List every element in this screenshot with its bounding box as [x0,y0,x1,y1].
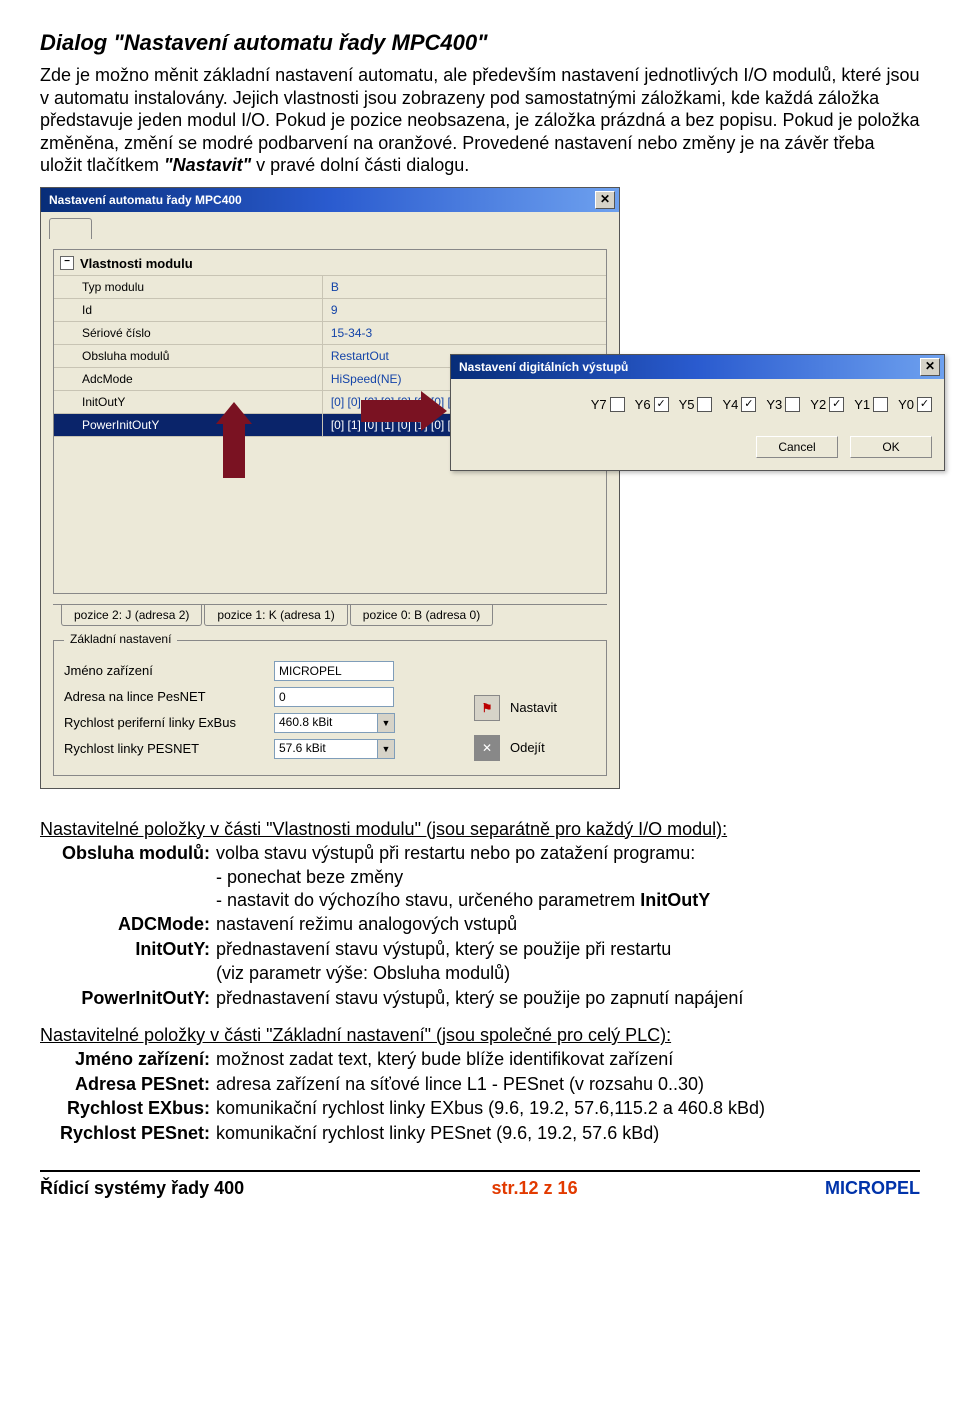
group-title: Vlastnosti modulu [80,256,193,271]
position-tabs: pozice 2: J (adresa 2) pozice 1: K (adre… [53,604,607,626]
prop-label: Obsluha modulů [54,345,323,367]
y1-checkbox[interactable] [873,397,888,412]
close-icon[interactable]: ✕ [920,358,940,376]
ok-button[interactable]: OK [850,436,932,458]
desc-obsluha-1: volba stavu výstupů při restartu nebo po… [216,842,920,865]
term-pesnet: Rychlost PESnet: [40,1122,216,1145]
apply-button[interactable]: ⚑ Nastavit [474,695,590,721]
pesnet-address-label: Adresa na lince PesNET [64,689,274,704]
footer-page: str.12 z 16 [492,1178,578,1199]
exbus-speed-label: Rychlost periferní linky ExBus [64,715,274,730]
term-powerinitouty: PowerInitOutY: [40,987,216,1010]
page-title: Dialog "Nastavení automatu řady MPC400" [40,30,920,56]
y5-label: Y5 [679,397,695,412]
y2-checkbox[interactable] [829,397,844,412]
y0-checkbox[interactable] [917,397,932,412]
outputs-checkbox-row: Y7 Y6 Y5 Y4 Y3 Y2 Y1 Y0 [463,397,932,412]
prop-label: Sériové číslo [54,322,323,344]
y6-label: Y6 [635,397,651,412]
term-obsluha: Obsluha modulů: [40,842,216,865]
desc-obsluha-3a: - nastavit do výchozího stavu, určeného … [216,890,640,910]
pesnet-address-input[interactable] [274,687,394,707]
desc-adcmode: nastavení režimu analogových vstupů [216,913,920,936]
prop-label: InitOutY [54,391,323,413]
term-initouty: InitOutY: [40,938,216,961]
flag-icon: ⚑ [474,695,500,721]
device-name-input[interactable] [274,661,394,681]
intro-paragraph: Zde je možno měnit základní nastavení au… [40,64,920,177]
y7-checkbox[interactable] [610,397,625,412]
y3-checkbox[interactable] [785,397,800,412]
digital-outputs-dialog: Nastavení digitálních výstupů ✕ Y7 Y6 Y5… [450,354,945,471]
y7-label: Y7 [591,397,607,412]
tab-position-2[interactable]: pozice 2: J (adresa 2) [61,605,202,626]
desc-obsluha-2: - ponechat beze změny [40,866,920,889]
footer-left: Řídicí systémy řady 400 [40,1178,244,1199]
section-head-basic: Nastavitelné položky v části "Základní n… [40,1025,920,1046]
intro-tail: v pravé dolní části dialogu. [251,155,469,175]
group-basic-settings: Základní nastavení Jméno zařízení Adresa… [53,640,607,776]
y4-checkbox[interactable] [741,397,756,412]
collapse-icon[interactable]: − [60,256,74,270]
desc-initouty-2: (viz parametr výše: Obsluha modulů) [40,962,920,985]
prop-label: Typ modulu [54,276,323,298]
term-exbus: Rychlost EXbus: [40,1097,216,1120]
y0-label: Y0 [898,397,914,412]
desc-obsluha-3b: InitOutY [640,890,710,910]
prop-label: Id [54,299,323,321]
tab-position-1[interactable]: pozice 1: K (adresa 1) [204,605,347,626]
term-adcmode: ADCMode: [40,913,216,936]
group2-label: Základní nastavení [64,632,177,646]
footer-brand: MICROPEL [825,1178,920,1199]
pesnet-speed-label: Rychlost linky PESNET [64,741,274,756]
footer-rule [40,1170,920,1172]
chevron-down-icon[interactable]: ▼ [378,713,395,733]
table-row[interactable]: Id 9 [54,298,606,321]
desc-jmeno: možnost zadat text, který bude blíže ide… [216,1048,920,1071]
intro-em: "Nastavit" [164,155,251,175]
exit-label: Odejít [510,740,590,755]
exbus-speed-select[interactable]: 460.8 kBit [274,713,378,733]
y3-label: Y3 [766,397,782,412]
exit-button[interactable]: ✕ Odejít [474,735,590,761]
section-head-module: Nastavitelné položky v části "Vlastnosti… [40,819,920,840]
cancel-button[interactable]: Cancel [756,436,838,458]
y5-checkbox[interactable] [697,397,712,412]
table-row[interactable]: Sériové číslo 15-34-3 [54,321,606,344]
desc-pesnet: komunikační rychlost linky PESnet (9.6, … [216,1122,920,1145]
table-row[interactable]: Typ modulu B [54,275,606,298]
close-square-icon: ✕ [474,735,500,761]
term-adresa: Adresa PESnet: [40,1073,216,1096]
device-name-label: Jméno zařízení [64,663,274,678]
y1-label: Y1 [854,397,870,412]
dialog-title: Nastavení automatu řady MPC400 [49,193,242,207]
callout-right-arrow [361,391,447,431]
apply-label: Nastavit [510,700,590,715]
settings-dialog: Nastavení automatu řady MPC400 ✕ − Vlast… [40,187,620,789]
tab-position-0[interactable]: pozice 0: B (adresa 0) [350,605,493,626]
prop-value: 9 [323,299,606,321]
pesnet-speed-select[interactable]: 57.6 kBit [274,739,378,759]
callout-up-arrow [216,402,252,478]
y6-checkbox[interactable] [654,397,669,412]
term-jmeno: Jméno zařízení: [40,1048,216,1071]
close-icon[interactable]: ✕ [595,191,615,209]
prop-value: B [323,276,606,298]
popup-title: Nastavení digitálních výstupů [459,360,628,374]
chevron-down-icon[interactable]: ▼ [378,739,395,759]
desc-exbus: komunikační rychlost linky EXbus (9.6, 1… [216,1097,920,1120]
y2-label: Y2 [810,397,826,412]
desc-initouty-1: přednastavení stavu výstupů, který se po… [216,938,920,961]
prop-label: PowerInitOutY [54,414,323,436]
dialog-top-tab [41,212,619,239]
desc-powerinitouty: přednastavení stavu výstupů, který se po… [216,987,920,1010]
prop-label: AdcMode [54,368,323,390]
y4-label: Y4 [722,397,738,412]
page-footer: Řídicí systémy řady 400 str.12 z 16 MICR… [40,1178,920,1199]
tab-blank[interactable] [49,218,92,239]
dialog-titlebar: Nastavení automatu řady MPC400 ✕ [41,188,619,212]
prop-value: 15-34-3 [323,322,606,344]
desc-adresa: adresa zařízení na síťové lince L1 - PES… [216,1073,920,1096]
